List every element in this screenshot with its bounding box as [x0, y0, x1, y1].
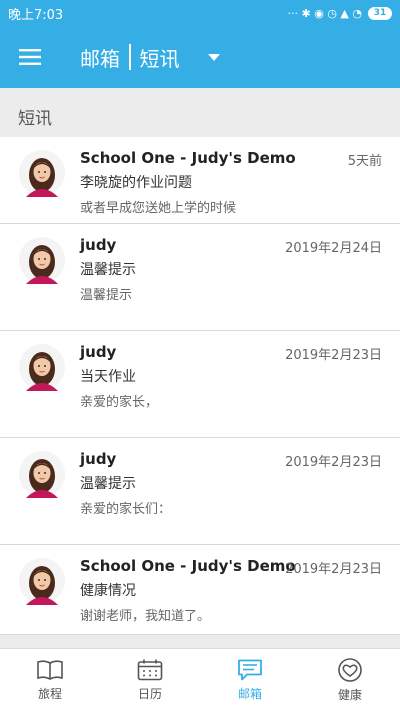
message-item[interactable]: judy 2019年2月24日 温馨提示 温馨提示	[0, 224, 400, 331]
avatar	[19, 150, 65, 197]
section-title: 短讯	[18, 108, 52, 129]
avatar	[19, 344, 65, 391]
message-date: 2019年2月23日	[285, 455, 382, 470]
message-sender: judy	[80, 450, 117, 468]
message-sender: School One - Judy's Demo	[80, 557, 296, 575]
message-subject: 温馨提示	[80, 262, 136, 278]
message-preview: 亲爱的家长，	[80, 395, 159, 410]
message-subject: 李晓旋的作业问题	[80, 175, 192, 191]
message-item[interactable]: judy 2019年2月23日 当天作业 亲爱的家长，	[0, 331, 400, 438]
nav-item-journey[interactable]: 旅程	[0, 649, 100, 711]
message-date: 2019年2月23日	[285, 348, 382, 363]
book-icon	[37, 659, 63, 680]
message-sender: School One - Judy's Demo	[80, 149, 296, 167]
bottom-nav: 旅程 日历 邮箱 健康	[0, 648, 400, 711]
message-date: 2019年2月23日	[285, 562, 382, 577]
message-subject: 当天作业	[80, 369, 136, 385]
status-bar: 晚上7:03 ··· ✱ ◉ ◷ ▲ ◔ 31	[0, 0, 400, 26]
nav-item-health[interactable]: 健康	[300, 649, 400, 711]
title-mailbox: 邮箱	[80, 46, 120, 71]
avatar	[19, 451, 65, 498]
message-date: 2019年2月24日	[285, 241, 382, 256]
heart-icon	[338, 657, 362, 682]
status-time: 晚上7:03	[8, 7, 64, 23]
message-icon	[238, 659, 262, 680]
message-preview: 或者早成您送她上学的时候	[80, 201, 237, 216]
message-preview: 谢谢老师，我知道了。	[80, 609, 211, 624]
status-icons-text: ··· ✱ ◉ ◷ ▲ ◔	[287, 6, 362, 20]
avatar	[19, 237, 65, 284]
title-sms: 短讯	[139, 46, 180, 71]
nav-item-mailbox[interactable]: 邮箱	[200, 649, 300, 711]
battery-icon: 31	[368, 6, 392, 20]
app-bar: 邮箱 短讯	[0, 26, 400, 88]
nav-label: 健康	[337, 687, 362, 702]
message-item[interactable]: School One - Judy's Demo 5天前 李晓旋的作业问题 或者…	[0, 137, 400, 224]
message-date: 5天前	[347, 154, 382, 169]
message-sender: judy	[80, 343, 117, 361]
message-preview: 温馨提示	[80, 288, 133, 303]
status-icons: ··· ✱ ◉ ◷ ▲ ◔ 31	[287, 6, 392, 20]
caret-down-icon[interactable]	[202, 45, 226, 69]
nav-label: 邮箱	[237, 686, 262, 701]
title-divider	[129, 44, 131, 70]
message-list: School One - Judy's Demo 5天前 李晓旋的作业问题 或者…	[0, 137, 400, 635]
section-header: 短讯	[0, 96, 400, 136]
app-title[interactable]: 邮箱 短讯	[80, 43, 180, 72]
message-item[interactable]: judy 2019年2月23日 温馨提示 亲爱的家长们：	[0, 438, 400, 545]
message-item[interactable]: School One - Judy's Demo 2019年2月23日 健康情况…	[0, 545, 400, 635]
nav-item-calendar[interactable]: 日历	[100, 649, 200, 711]
message-subject: 温馨提示	[80, 476, 136, 492]
message-subject: 健康情况	[80, 583, 136, 599]
avatar	[19, 558, 65, 605]
message-preview: 亲爱的家长们：	[80, 502, 172, 517]
calendar-icon	[137, 659, 163, 680]
hamburger-icon[interactable]	[0, 26, 60, 88]
message-sender: judy	[80, 236, 117, 254]
nav-label: 旅程	[37, 686, 62, 701]
nav-label: 日历	[137, 686, 162, 701]
